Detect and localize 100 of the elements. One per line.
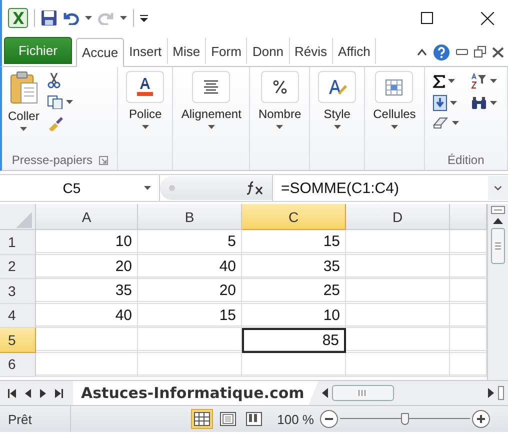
scroll-left-icon[interactable] xyxy=(322,388,328,398)
row-header[interactable]: 2 xyxy=(0,254,36,279)
table-cell: 85 xyxy=(242,328,346,352)
ribbon-tab[interactable]: Insert xyxy=(124,38,168,64)
style-brush-icon xyxy=(329,80,348,94)
row-header[interactable]: 5 xyxy=(0,328,36,352)
restore-icon[interactable] xyxy=(474,46,486,58)
caret-icon xyxy=(276,125,284,129)
table-cell: 10 xyxy=(36,230,138,254)
ribbon-tab[interactable]: Mise xyxy=(168,38,206,64)
split-handle-icon[interactable] xyxy=(498,386,504,400)
ribbon-tab[interactable]: Accue xyxy=(76,38,124,67)
find-button[interactable] xyxy=(470,95,497,111)
plus-icon xyxy=(477,415,485,423)
zoom-in-button[interactable] xyxy=(472,410,490,428)
caret-icon xyxy=(390,125,398,129)
caret-icon xyxy=(20,127,28,131)
zoom-level: 100 % xyxy=(277,412,314,426)
help-icon[interactable] xyxy=(433,44,450,60)
column-header[interactable]: C xyxy=(242,204,346,230)
eraser-icon xyxy=(432,117,449,129)
row-header[interactable]: 6 xyxy=(0,352,36,377)
fill-button[interactable] xyxy=(432,95,459,111)
sort-filter-button[interactable] xyxy=(470,73,497,89)
scrollbar-thumb[interactable] xyxy=(332,385,394,401)
ribbon-tab[interactable]: Affich xyxy=(333,38,376,64)
paste-button[interactable]: Coller xyxy=(6,71,42,131)
caret-icon xyxy=(490,101,497,105)
grid-view-icon xyxy=(194,412,210,426)
copy-icon xyxy=(47,95,64,109)
save-icon[interactable] xyxy=(41,10,57,26)
scroll-right-icon[interactable] xyxy=(488,388,494,398)
ribbon-dropdown-button[interactable]: Cellules xyxy=(369,71,420,129)
zoom-out-button[interactable] xyxy=(320,410,338,428)
maximize-icon xyxy=(421,12,433,24)
sort-filter-icon xyxy=(470,73,487,89)
customize-toolbar-icon[interactable] xyxy=(140,14,148,22)
slider-thumb[interactable] xyxy=(401,413,409,425)
collapse-ribbon-icon[interactable] xyxy=(417,48,427,56)
close-icon[interactable] xyxy=(492,46,504,58)
row-header[interactable]: 4 xyxy=(0,304,36,328)
ribbon-tab[interactable]: Form xyxy=(206,38,248,64)
dropdown-caret-icon xyxy=(144,186,151,190)
column-header[interactable]: D xyxy=(346,204,450,230)
align-center-icon xyxy=(204,80,219,94)
sheet-tab[interactable]: Astuces-Informatique.com xyxy=(73,381,318,405)
percent-icon xyxy=(273,80,286,94)
zoom-slider[interactable] xyxy=(340,413,470,425)
close-icon xyxy=(480,12,494,24)
next-sheet-icon[interactable] xyxy=(40,388,46,398)
caret-icon xyxy=(450,101,457,105)
cells-grid-icon xyxy=(386,80,403,96)
table-cell: 15 xyxy=(138,304,242,328)
brush-icon xyxy=(47,115,64,131)
excel-logo-icon[interactable] xyxy=(8,8,28,28)
last-sheet-icon[interactable] xyxy=(55,388,63,398)
table-cell: 20 xyxy=(36,254,138,279)
row-header[interactable]: 1 xyxy=(0,230,36,254)
table-cell: 35 xyxy=(36,279,138,304)
ribbon-dropdown-button[interactable]: Style xyxy=(314,71,360,129)
table-cell: 40 xyxy=(36,304,138,328)
minimize-icon[interactable] xyxy=(456,49,468,55)
column-header[interactable]: B xyxy=(138,204,242,230)
minus-icon xyxy=(325,418,333,420)
row-header[interactable]: 3 xyxy=(0,279,36,304)
resize-handle-icon[interactable] xyxy=(168,184,176,192)
previous-sheet-icon[interactable] xyxy=(25,388,31,398)
page-break-icon xyxy=(246,412,262,426)
ribbon-dropdown-button[interactable]: Nombre xyxy=(254,71,306,129)
function-icon[interactable] xyxy=(246,181,264,195)
column-header[interactable]: A xyxy=(36,204,138,230)
clear-button[interactable] xyxy=(432,117,459,129)
copy-button[interactable] xyxy=(47,95,74,109)
scrollbar-thumb[interactable] xyxy=(491,228,505,264)
split-handle-icon[interactable] xyxy=(491,206,505,214)
group-label: Édition xyxy=(448,153,484,167)
view-button[interactable] xyxy=(191,409,214,429)
caret-icon xyxy=(334,125,341,129)
font-color-icon xyxy=(137,78,154,96)
ribbon-tab[interactable]: Donn xyxy=(247,38,290,64)
caret-icon xyxy=(66,100,74,104)
dialog-launcher-icon[interactable] xyxy=(98,156,108,164)
table-cell: 20 xyxy=(138,279,242,304)
sigma-icon xyxy=(432,74,445,88)
table-cell: 25 xyxy=(242,279,346,304)
caret-icon xyxy=(452,121,459,125)
file-tab[interactable]: Fichier xyxy=(4,37,72,64)
caret-icon xyxy=(448,79,455,83)
caret-icon xyxy=(85,16,92,20)
binoculars-icon xyxy=(470,96,487,110)
table-cell: 10 xyxy=(242,304,346,328)
table-cell: 5 xyxy=(138,230,242,254)
ribbon-tab[interactable]: Révis xyxy=(290,38,334,64)
scroll-up-icon[interactable] xyxy=(493,218,503,224)
chevron-icon xyxy=(494,185,502,191)
first-sheet-icon[interactable] xyxy=(8,388,16,398)
table-cell: 40 xyxy=(138,254,242,279)
ribbon-dropdown-button[interactable]: Alignement xyxy=(177,71,246,129)
ribbon-dropdown-button[interactable]: Police xyxy=(122,71,168,129)
undo-icon[interactable] xyxy=(63,11,79,25)
